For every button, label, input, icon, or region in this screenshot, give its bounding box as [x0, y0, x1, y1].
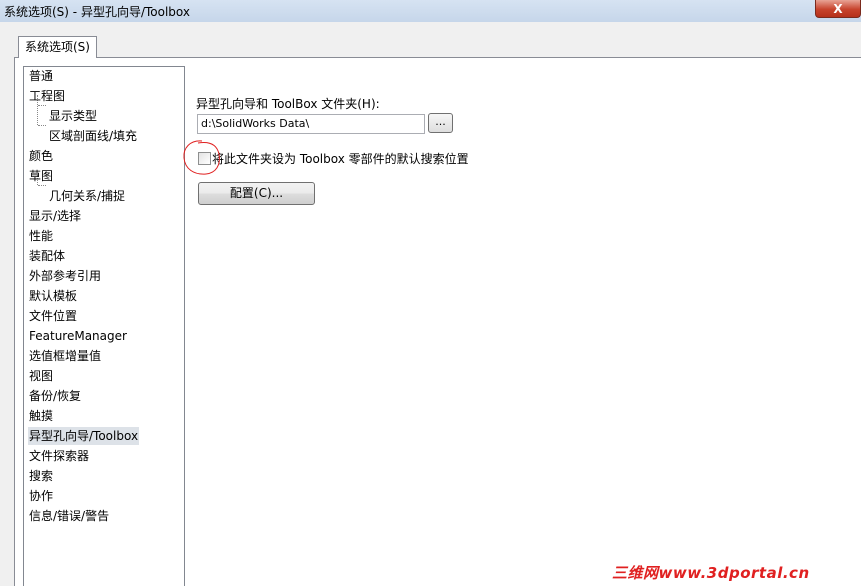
tree-item-sketch[interactable]: 草图: [28, 167, 54, 185]
tree-item-area-hatch[interactable]: 区域剖面线/填充: [48, 127, 138, 145]
tree-item-general[interactable]: 普通: [28, 67, 54, 85]
tree-item-performance[interactable]: 性能: [28, 227, 54, 245]
tree-item-touch[interactable]: 触摸: [28, 407, 54, 425]
tree-item-relations-snaps[interactable]: 几何关系/捕捉: [48, 187, 126, 205]
tree-item-drawings[interactable]: 工程图: [28, 87, 66, 105]
tree-item-file-locations[interactable]: 文件位置: [28, 307, 78, 325]
tree-item-messages-errors-warnings[interactable]: 信息/错误/警告: [28, 507, 110, 525]
default-search-location-checkbox[interactable]: [198, 152, 211, 165]
tree-item-featuremanager[interactable]: FeatureManager: [28, 327, 128, 345]
tree-item-search[interactable]: 搜索: [28, 467, 54, 485]
tree-item-collaboration[interactable]: 协作: [28, 487, 54, 505]
toolbox-folder-label: 异型孔向导和 ToolBox 文件夹(H):: [196, 97, 380, 111]
tree-item-external-references[interactable]: 外部参考引用: [28, 267, 102, 285]
tab-system-options[interactable]: 系统选项(S): [18, 36, 97, 58]
tree-item-default-templates[interactable]: 默认模板: [28, 287, 78, 305]
toolbox-folder-input[interactable]: d:\SolidWorks Data\: [197, 114, 425, 134]
options-tree[interactable]: 普通 工程图 显示类型 区域剖面线/填充 颜色 草图 几何关系/捕捉 显示/选择…: [23, 66, 185, 586]
options-dialog: 系统选项(S) 普通 工程图 显示类型 区域剖面线/填充 颜色 草图 几何关系/…: [0, 22, 861, 586]
tab-panel: 普通 工程图 显示类型 区域剖面线/填充 颜色 草图 几何关系/捕捉 显示/选择…: [14, 57, 861, 586]
title-bar: 系统选项(S) - 异型孔向导/Toolbox X: [0, 0, 861, 22]
tree-item-display-selection[interactable]: 显示/选择: [28, 207, 82, 225]
close-icon: X: [833, 1, 843, 16]
configure-button[interactable]: 配置(C)...: [198, 182, 315, 205]
window-title: 系统选项(S) - 异型孔向导/Toolbox: [4, 5, 190, 19]
tree-item-display-style[interactable]: 显示类型: [48, 107, 98, 125]
tree-item-hole-wizard-toolbox[interactable]: 异型孔向导/Toolbox: [28, 427, 140, 445]
tree-item-file-explorer[interactable]: 文件探索器: [28, 447, 90, 465]
site-watermark: 三维网www.3dportal.cn: [612, 564, 810, 582]
tree-item-spin-box-increments[interactable]: 选值框增量值: [28, 347, 102, 365]
tree-item-assemblies[interactable]: 装配体: [28, 247, 66, 265]
tree-connector: [38, 105, 46, 106]
tree-connector: [38, 125, 46, 126]
close-button[interactable]: X: [815, 0, 861, 18]
tree-item-colors[interactable]: 颜色: [28, 147, 54, 165]
tab-label: 系统选项(S): [25, 40, 90, 54]
browse-button[interactable]: ...: [428, 113, 453, 133]
tree-item-view[interactable]: 视图: [28, 367, 54, 385]
tree-item-backup-recover[interactable]: 备份/恢复: [28, 387, 82, 405]
default-search-location-label[interactable]: 将此文件夹设为 Toolbox 零部件的默认搜索位置: [212, 150, 469, 167]
tree-connector: [38, 185, 46, 186]
